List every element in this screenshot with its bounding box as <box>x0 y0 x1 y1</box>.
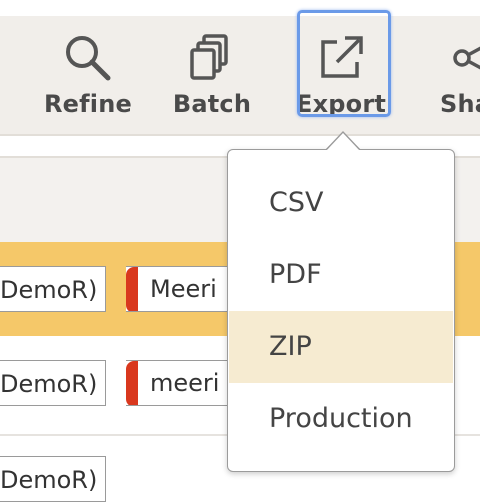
refine-label: Refine <box>44 90 132 118</box>
row-cell-text: DemoR) <box>0 466 98 494</box>
menu-item-zip[interactable]: ZIP <box>229 311 453 383</box>
share-label: Sha <box>440 90 480 118</box>
batch-label: Batch <box>172 90 252 118</box>
copy-stack-icon <box>190 34 228 80</box>
tag-accent <box>126 361 138 405</box>
share-button[interactable]: Sha <box>432 16 480 134</box>
batch-button[interactable]: Batch <box>162 16 262 134</box>
tag-chip[interactable]: meeri <box>126 360 236 406</box>
export-dropdown-menu: CSV PDF ZIP Production <box>227 149 455 472</box>
toolbar: Refine Batch Export Sha <box>0 16 480 136</box>
row-cell: DemoR) <box>0 456 106 502</box>
row-cell: DemoR) <box>0 266 106 312</box>
tag-chip[interactable]: Meeri <box>126 266 236 312</box>
menu-item-pdf[interactable]: PDF <box>229 239 453 311</box>
row-cell-text: DemoR) <box>0 276 98 304</box>
dropdown-caret-fill <box>326 133 360 151</box>
search-icon <box>66 36 111 81</box>
top-strip <box>0 0 480 16</box>
tag-text: meeri <box>150 369 220 397</box>
row-cell: DemoR) <box>0 360 106 406</box>
refine-button[interactable]: Refine <box>38 16 138 134</box>
tag-accent <box>126 267 138 311</box>
tag-text: Meeri <box>150 275 217 303</box>
menu-item-csv[interactable]: CSV <box>229 167 453 239</box>
export-focus-ring <box>297 10 391 117</box>
row-cell-text: DemoR) <box>0 370 98 398</box>
share-icon <box>453 46 480 70</box>
menu-item-production[interactable]: Production <box>229 383 453 455</box>
